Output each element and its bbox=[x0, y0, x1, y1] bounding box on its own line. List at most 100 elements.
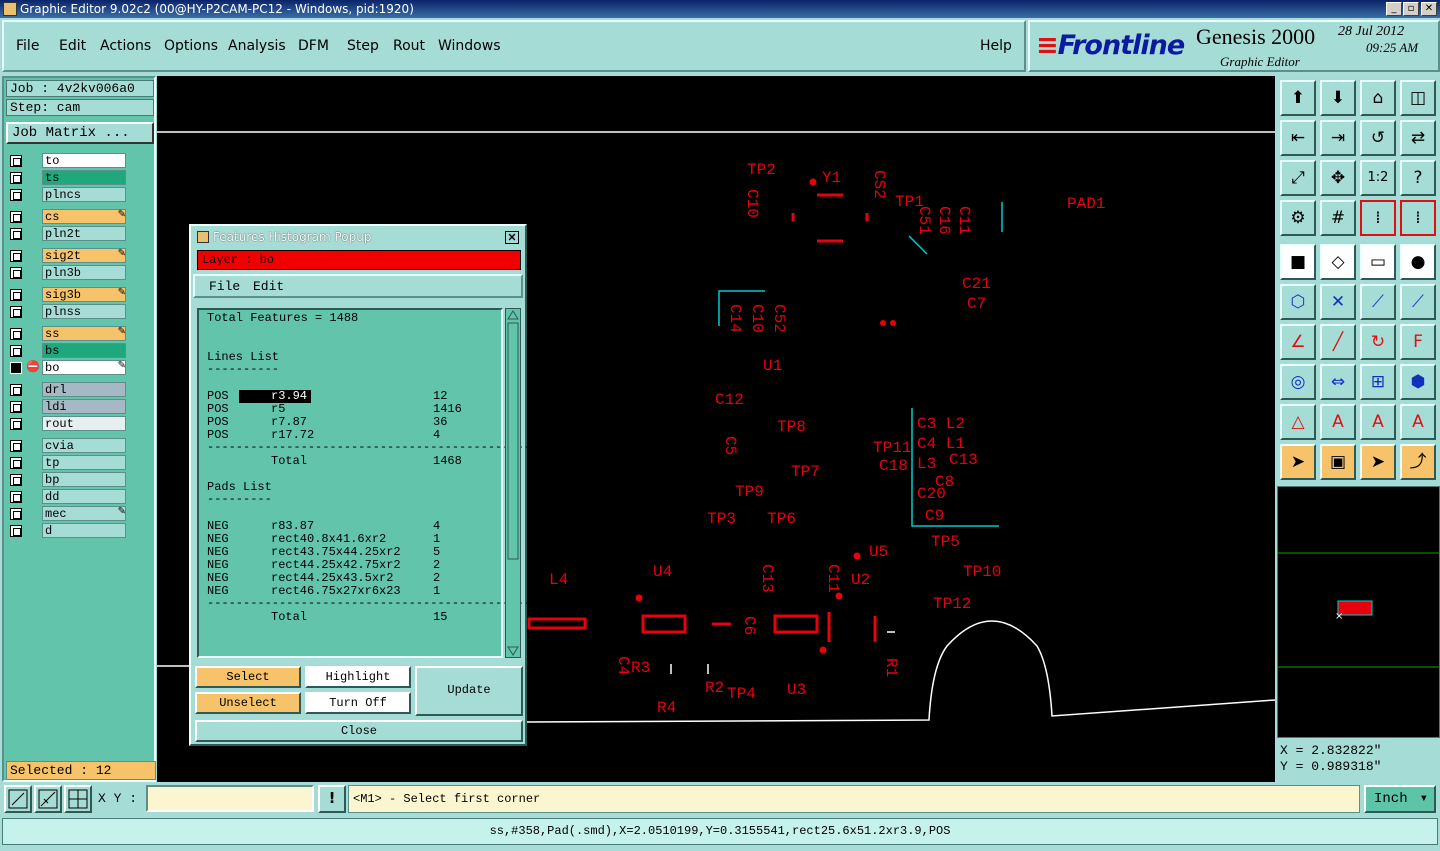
layer-row-bo[interactable]: ⛔ bo ✎ bbox=[8, 360, 128, 376]
menu-rout[interactable]: Rout bbox=[393, 38, 425, 54]
layer-label[interactable]: bs bbox=[42, 343, 126, 358]
point-line-2-button[interactable]: ⟋ bbox=[1400, 284, 1436, 320]
overview-map[interactable]: × bbox=[1277, 486, 1440, 738]
select-box-button[interactable]: ▣ bbox=[1320, 444, 1356, 480]
connect-button[interactable]: ⬡ bbox=[1280, 284, 1316, 320]
layer-row-tp[interactable]: tp bbox=[8, 455, 128, 471]
layer-checkbox[interactable] bbox=[10, 362, 22, 374]
layer-checkbox[interactable] bbox=[10, 306, 22, 318]
layer-row-to[interactable]: to bbox=[8, 153, 128, 169]
select-button[interactable]: Select bbox=[195, 666, 301, 688]
cross-button[interactable]: ✕ bbox=[1320, 284, 1356, 320]
layer-label[interactable]: sig2t bbox=[42, 248, 126, 263]
histogram-list[interactable]: Total Features = 1488 Lines List ---------… bbox=[197, 308, 545, 658]
ruler-button[interactable]: ▭ bbox=[1360, 244, 1396, 280]
layer-row-pln3b[interactable]: pln3b bbox=[8, 265, 128, 281]
flip-f-button[interactable]: F bbox=[1400, 324, 1436, 360]
layer-label[interactable]: tp bbox=[42, 455, 126, 470]
xy-input[interactable] bbox=[146, 785, 314, 812]
menu-edit[interactable]: Edit bbox=[59, 38, 86, 54]
layer-row-ldi[interactable]: ldi bbox=[8, 399, 128, 415]
layer-checkbox[interactable] bbox=[10, 474, 22, 486]
layer-checkbox[interactable] bbox=[10, 440, 22, 452]
layer-label[interactable]: pln2t bbox=[42, 226, 126, 241]
help-button[interactable]: ? bbox=[1400, 160, 1436, 196]
layer-label[interactable]: drl bbox=[42, 382, 126, 397]
layers-red-button[interactable]: ⁞ bbox=[1360, 200, 1396, 236]
layer-row-rout[interactable]: rout bbox=[8, 416, 128, 432]
layer-row-ss[interactable]: ss ✎ bbox=[8, 326, 128, 342]
diagonal-button[interactable]: ╱ bbox=[1320, 324, 1356, 360]
layer-row-mec[interactable]: mec ✎ bbox=[8, 506, 128, 522]
layer-label[interactable]: ts bbox=[42, 170, 126, 185]
layer-label[interactable]: plnss bbox=[42, 304, 126, 319]
line-button[interactable]: ◇ bbox=[1320, 244, 1356, 280]
menu-actions[interactable]: Actions bbox=[100, 38, 151, 54]
layer-checkbox[interactable] bbox=[10, 345, 22, 357]
layer-checkbox[interactable] bbox=[10, 211, 22, 223]
turn-off-button[interactable]: Turn Off bbox=[305, 692, 411, 714]
highlight-button[interactable]: Highlight bbox=[305, 666, 411, 688]
scale-1-1-button[interactable]: 1:2 bbox=[1360, 160, 1396, 196]
dimension-button[interactable]: ⊞ bbox=[1360, 364, 1396, 400]
layer-row-ts[interactable]: ts bbox=[8, 170, 128, 186]
point-line-button[interactable]: ⟋ bbox=[1360, 284, 1396, 320]
center-button[interactable]: ✥ bbox=[1320, 160, 1356, 196]
layer-label[interactable]: ldi bbox=[42, 399, 126, 414]
triangle-b-button[interactable]: A bbox=[1360, 404, 1396, 440]
layer-label[interactable]: cs bbox=[42, 209, 126, 224]
update-button[interactable]: Update bbox=[415, 666, 523, 716]
layer-checkbox[interactable] bbox=[10, 401, 22, 413]
zoom-in-button[interactable]: ⬇ bbox=[1320, 80, 1356, 116]
layer-checkbox[interactable] bbox=[10, 384, 22, 396]
layer-row-sig2t[interactable]: sig2t ✎ bbox=[8, 248, 128, 264]
layer-row-d[interactable]: d bbox=[8, 523, 128, 539]
pan-right-button[interactable]: ⇥ bbox=[1320, 120, 1356, 156]
layer-row-cvia[interactable]: cvia bbox=[8, 438, 128, 454]
layer-label[interactable]: bo bbox=[42, 360, 126, 375]
layer-checkbox[interactable] bbox=[10, 289, 22, 301]
popup-menu-file[interactable]: File bbox=[209, 279, 240, 294]
menu-dfm[interactable]: DFM bbox=[298, 38, 329, 54]
menu-step[interactable]: Step bbox=[347, 38, 379, 54]
grid-button[interactable] bbox=[64, 785, 92, 813]
menu-analysis[interactable]: Analysis bbox=[228, 38, 286, 54]
layer-row-drl[interactable]: drl bbox=[8, 382, 128, 398]
layer-label[interactable]: ss bbox=[42, 326, 126, 341]
unselect-button[interactable]: Unselect bbox=[195, 692, 301, 714]
menu-options[interactable]: Options bbox=[164, 38, 218, 54]
snap-button[interactable]: ⚙ bbox=[1280, 200, 1316, 236]
layer-checkbox[interactable] bbox=[10, 328, 22, 340]
layer-checkbox[interactable] bbox=[10, 418, 22, 430]
layer-row-bs[interactable]: bs bbox=[8, 343, 128, 359]
layer-checkbox[interactable] bbox=[10, 508, 22, 520]
circle-button[interactable]: ● bbox=[1400, 244, 1436, 280]
pan-left-button[interactable]: ⇤ bbox=[1280, 120, 1316, 156]
grid-button[interactable]: # bbox=[1320, 200, 1356, 236]
unit-selector[interactable]: Inch bbox=[1364, 785, 1436, 813]
pad-button[interactable]: ■ bbox=[1280, 244, 1316, 280]
layer-label[interactable]: d bbox=[42, 523, 126, 538]
layer-checkbox[interactable] bbox=[10, 172, 22, 184]
popup-close-icon[interactable]: ✕ bbox=[505, 231, 519, 244]
layer-row-sig3b[interactable]: sig3b ✎ bbox=[8, 287, 128, 303]
target-button[interactable]: ◎ bbox=[1280, 364, 1316, 400]
triangle-a-button[interactable]: A bbox=[1320, 404, 1356, 440]
layer-label[interactable]: cvia bbox=[42, 438, 126, 453]
layer-checkbox[interactable] bbox=[10, 228, 22, 240]
exclaim-button[interactable]: ! bbox=[318, 785, 346, 813]
menu-file[interactable]: File bbox=[16, 38, 39, 54]
layer-row-plnss[interactable]: plnss bbox=[8, 304, 128, 320]
layer-row-dd[interactable]: dd bbox=[8, 489, 128, 505]
layers-red-2-button[interactable]: ⁞ bbox=[1400, 200, 1436, 236]
arc-button[interactable]: ↻ bbox=[1360, 324, 1396, 360]
flip-button[interactable]: ⇄ bbox=[1400, 120, 1436, 156]
layer-label[interactable]: sig3b bbox=[42, 287, 126, 302]
select-arrow-button[interactable]: ➤ bbox=[1280, 444, 1316, 480]
layer-checkbox[interactable] bbox=[10, 525, 22, 537]
layer-checkbox[interactable] bbox=[10, 267, 22, 279]
zoom-fit-button[interactable] bbox=[4, 785, 32, 813]
layer-checkbox[interactable] bbox=[10, 250, 22, 262]
layer-label[interactable]: to bbox=[42, 153, 126, 168]
layer-checkbox[interactable] bbox=[10, 491, 22, 503]
